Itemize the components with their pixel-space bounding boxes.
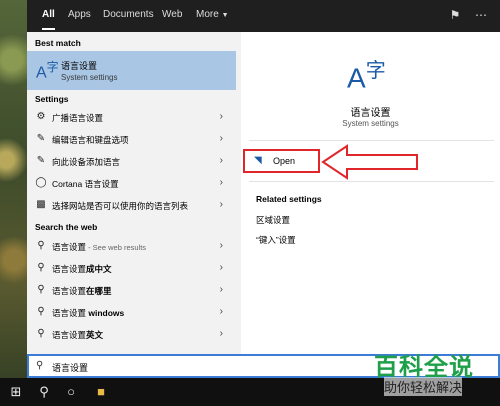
watermark-sub: 助你轻松解决	[384, 377, 463, 396]
chevron-right-icon[interactable]: ›	[220, 111, 223, 122]
keyboard-language-icon: ✎	[36, 133, 46, 144]
web-result-item[interactable]: ⚲ 语言设置 - See web results ›	[27, 236, 236, 257]
related-settings-heading: Related settings	[256, 194, 322, 204]
search-panel: All Apps Documents Web More ▼ ⚑ ⋯ Best m…	[27, 0, 500, 378]
chevron-right-icon[interactable]: ›	[220, 177, 223, 188]
web-result-item[interactable]: ⚲ 语言设置 windows ›	[27, 302, 236, 323]
web-result-item[interactable]: ⚲ 语言设置英文 ›	[27, 324, 236, 345]
preview-pane: A字 语言设置 System settings ◥ Open Related s…	[241, 32, 500, 354]
settings-item[interactable]: ▩ 选择网站是否可以使用你的语言列表 ›	[27, 195, 236, 216]
search-icon: ⚲	[37, 262, 45, 273]
feedback-icon[interactable]: ⚑	[448, 8, 462, 22]
web-result-item[interactable]: ⚲ 语言设置在哪里 ›	[27, 280, 236, 301]
chevron-right-icon[interactable]: ›	[220, 133, 223, 144]
chevron-right-icon[interactable]: ›	[220, 262, 223, 273]
tab-web[interactable]: Web	[162, 0, 182, 30]
file-explorer-icon[interactable]: ■	[93, 384, 109, 400]
web-result-label: 语言设置 windows	[52, 308, 125, 318]
settings-item[interactable]: ✎ 编辑语言和键盘选项 ›	[27, 129, 236, 150]
web-result-label: 语言设置英文	[52, 330, 104, 340]
keyboard-language-icon: ✎	[36, 155, 46, 166]
search-icon: ⚲	[37, 240, 45, 251]
settings-item-label: 向此设备添加语言	[52, 157, 121, 167]
open-icon: ◥	[254, 155, 262, 166]
web-result-label: 语言设置 - See web results	[52, 242, 147, 252]
best-match-title: 语言设置	[61, 61, 98, 71]
search-icon: ⚲	[37, 306, 45, 317]
windows-start-icon[interactable]: ⊞	[8, 384, 24, 400]
divider	[249, 140, 494, 141]
best-match-subtitle: System settings	[61, 73, 118, 82]
settings-item[interactable]: ⚙ 广播语言设置 ›	[27, 107, 236, 128]
more-options-icon[interactable]: ⋯	[474, 8, 488, 22]
language-icon: A字	[347, 60, 386, 94]
divider	[249, 181, 494, 182]
web-result-label: 语言设置在哪里	[52, 286, 112, 296]
best-match-heading: Best match	[35, 38, 81, 48]
best-match-item[interactable]: A字 语言设置 System settings	[27, 51, 236, 90]
search-icon: ⚲	[37, 328, 45, 339]
search-icon: ⚲	[36, 360, 44, 371]
search-input[interactable]: 语言设置	[52, 361, 88, 374]
search-icon[interactable]: ⚲	[36, 384, 52, 400]
web-heading: Search the web	[35, 222, 98, 232]
cortana-icon: ◯	[35, 177, 47, 188]
settings-item-label: Cortana 语言设置	[52, 179, 119, 189]
tab-documents[interactable]: Documents	[103, 0, 154, 30]
settings-item-label: 广播语言设置	[52, 113, 104, 123]
tab-more[interactable]: More ▼	[196, 0, 229, 30]
settings-item[interactable]: ✎ 向此设备添加语言 ›	[27, 151, 236, 172]
related-link-typing[interactable]: “键入”设置	[256, 234, 296, 246]
open-label: Open	[273, 156, 296, 166]
settings-item-label: 选择网站是否可以使用你的语言列表	[52, 201, 189, 211]
chevron-right-icon[interactable]: ›	[220, 199, 223, 210]
related-link-region[interactable]: 区域设置	[256, 214, 290, 226]
preview-subtitle: System settings	[342, 119, 399, 128]
cortana-icon[interactable]: ○	[63, 384, 79, 400]
web-result-item[interactable]: ⚲ 语言设置成中文 ›	[27, 258, 236, 279]
settings-heading: Settings	[35, 94, 69, 104]
lock-icon: ▩	[36, 199, 46, 210]
web-result-label: 语言设置成中文	[52, 264, 112, 274]
chevron-right-icon[interactable]: ›	[220, 306, 223, 317]
chevron-right-icon[interactable]: ›	[220, 328, 223, 339]
red-arrow-annotation	[321, 144, 418, 180]
open-button[interactable]: ◥ Open	[243, 149, 320, 173]
results-pane: Best match A字 语言设置 System settings Setti…	[27, 32, 239, 354]
settings-item-label: 编辑语言和键盘选项	[52, 135, 129, 145]
chevron-right-icon[interactable]: ›	[220, 284, 223, 295]
chevron-right-icon[interactable]: ›	[220, 155, 223, 166]
language-icon: A字	[36, 60, 59, 82]
chevron-right-icon[interactable]: ›	[220, 240, 223, 251]
tab-more-label: More	[196, 9, 219, 20]
preview-title: 语言设置	[350, 108, 391, 119]
gear-icon: ⚙	[36, 111, 46, 122]
search-tabs-bar: All Apps Documents Web More ▼ ⚑ ⋯	[27, 0, 500, 32]
chevron-down-icon: ▼	[221, 12, 229, 19]
search-icon: ⚲	[37, 284, 45, 295]
watermark-logo: 百科全说 助你轻松解决	[370, 347, 496, 402]
tab-all[interactable]: All	[42, 0, 55, 30]
tab-apps[interactable]: Apps	[68, 0, 91, 30]
settings-item[interactable]: ◯ Cortana 语言设置 ›	[27, 173, 236, 194]
